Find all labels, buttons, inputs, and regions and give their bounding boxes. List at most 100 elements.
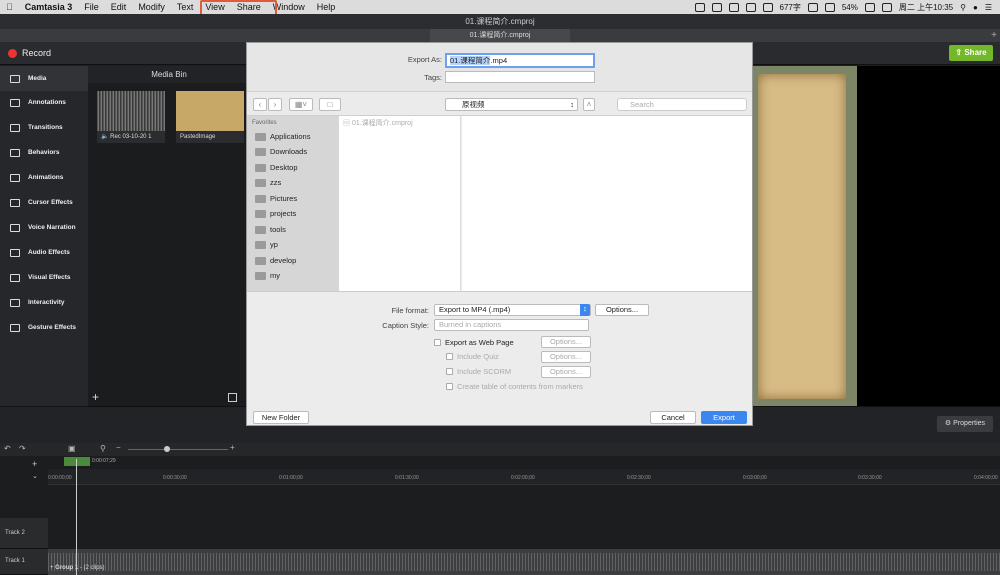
new-folder-button[interactable]: New Folder: [253, 411, 309, 424]
media-clip[interactable]: PastedImage: [176, 91, 244, 143]
scorm-options-button[interactable]: Options...: [541, 366, 591, 378]
zoom-slider-thumb[interactable]: [164, 446, 170, 452]
record-icon: [8, 48, 17, 58]
menu-modify[interactable]: Modify: [132, 2, 171, 12]
favorite-item[interactable]: zzs: [255, 178, 281, 187]
view-mode-button[interactable]: ▦˅: [289, 98, 313, 111]
search-input[interactable]: Search: [617, 98, 747, 111]
cancel-button[interactable]: Cancel: [650, 411, 696, 424]
track-header[interactable]: Track 1: [0, 549, 48, 575]
menu-text[interactable]: Text: [171, 2, 200, 12]
wifi-icon[interactable]: [807, 2, 818, 12]
annotations-icon: [10, 98, 20, 107]
new-tab-icon[interactable]: +: [988, 29, 1000, 42]
spotlight-icon[interactable]: ⚲: [960, 3, 966, 12]
wechat-icon[interactable]: [728, 2, 739, 12]
include-scorm-checkbox[interactable]: Include SCORM: [446, 367, 511, 376]
share-label: Share: [964, 48, 987, 57]
share-button[interactable]: ⇧ Share: [949, 45, 993, 61]
favorite-item[interactable]: Applications: [255, 132, 310, 141]
paste-icon[interactable]: ▣: [68, 444, 76, 453]
forward-button[interactable]: ›: [268, 98, 282, 111]
clock[interactable]: 周二 上午10:35: [899, 2, 953, 13]
tab-project[interactable]: 01.课程简介.cmproj: [430, 29, 570, 42]
zoom-slider[interactable]: [128, 449, 228, 450]
sidebar-item-transitions[interactable]: Transitions: [0, 115, 88, 140]
battery-level[interactable]: 54%: [842, 3, 858, 12]
playhead-line[interactable]: [76, 459, 77, 575]
word-count[interactable]: 677字: [780, 2, 801, 13]
ruler-tick: 0:01:30;00: [395, 475, 419, 481]
favorite-item[interactable]: my: [255, 271, 280, 280]
favorite-item[interactable]: Pictures: [255, 194, 297, 203]
web-page-checkbox[interactable]: Export as Web Page: [434, 338, 514, 347]
clip-name: 🔈 Rec 03-10-20 1: [97, 131, 165, 143]
playhead-handle[interactable]: [64, 457, 90, 466]
sidebar-item-media[interactable]: Media: [0, 66, 88, 91]
undo-icon[interactable]: ↶: [4, 444, 11, 453]
media-clip[interactable]: 🔈 Rec 03-10-20 1: [97, 91, 165, 143]
expand-button[interactable]: ˄: [583, 98, 595, 111]
sidebar-item-behaviors[interactable]: Behaviors: [0, 140, 88, 165]
file-format-dropdown[interactable]: Export to MP4 (.mp4) ↕: [434, 304, 591, 316]
properties-button[interactable]: ⚙ Properties: [937, 416, 993, 432]
menu-app[interactable]: Camtasia 3: [19, 2, 79, 12]
add-media-icon[interactable]: +: [92, 391, 99, 403]
menu-edit[interactable]: Edit: [105, 2, 133, 12]
add-track-icon[interactable]: +: [32, 459, 37, 469]
canvas-paper-image[interactable]: [758, 74, 846, 399]
favorite-item[interactable]: tools: [255, 225, 286, 234]
favorite-item[interactable]: Downloads: [255, 147, 307, 156]
tags-field[interactable]: [445, 71, 595, 83]
toc-checkbox[interactable]: Create table of contents from markers: [446, 382, 583, 391]
file-item[interactable]: ▤ 01.课程简介.cmproj: [343, 118, 413, 128]
notification-icon[interactable]: ☰: [985, 3, 992, 12]
zoom-out-icon[interactable]: −: [116, 443, 121, 452]
input-method-icon[interactable]: [881, 2, 892, 12]
audio-waveform: [48, 553, 1000, 571]
sidebar-item-interactivity[interactable]: Interactivity: [0, 290, 88, 315]
caption-style-dropdown[interactable]: Burned in captions: [434, 319, 589, 331]
quiz-options-button[interactable]: Options...: [541, 351, 591, 363]
export-as-field[interactable]: 01.课程简介.mp4: [445, 53, 595, 68]
sidebar-item-cursor-effects[interactable]: Cursor Effects: [0, 190, 88, 215]
volume-icon[interactable]: [824, 2, 835, 12]
export-button[interactable]: Export: [701, 411, 747, 424]
sidebar-item-animations[interactable]: Animations: [0, 165, 88, 190]
favorite-label: Pictures: [270, 194, 298, 203]
include-quiz-checkbox[interactable]: Include Quiz: [446, 352, 499, 361]
zoom-search-icon[interactable]: ⚲: [100, 444, 106, 453]
grid-view-icon[interactable]: [228, 393, 237, 402]
zoom-in-icon[interactable]: +: [230, 443, 235, 452]
back-button[interactable]: ‹: [253, 98, 267, 111]
web-options-button[interactable]: Options...: [541, 336, 591, 348]
track-header[interactable]: Track 2: [0, 518, 48, 549]
sidebar-label: Cursor Effects: [28, 199, 73, 206]
location-dropdown[interactable]: 原视频 ↕: [445, 98, 578, 111]
sidebar-label: Media: [28, 75, 47, 82]
sidebar-item-gesture-effects[interactable]: Gesture Effects: [0, 315, 88, 340]
group-label[interactable]: + Group 1 - (2 clips): [50, 565, 105, 571]
favorite-item[interactable]: yp: [255, 240, 278, 249]
sidebar-item-audio-effects[interactable]: Audio Effects: [0, 240, 88, 265]
collapse-icon[interactable]: ⌄: [32, 472, 38, 480]
sidebar-item-visual-effects[interactable]: Visual Effects: [0, 265, 88, 290]
sidebar-item-voice-narration[interactable]: Voice Narration: [0, 215, 88, 240]
favorite-item[interactable]: develop: [255, 256, 296, 265]
new-folder-icon[interactable]: □: [319, 98, 341, 111]
favorite-item[interactable]: projects: [255, 209, 296, 218]
favorite-item[interactable]: Desktop: [255, 163, 298, 172]
record-button[interactable]: Record: [8, 48, 51, 58]
apple-icon[interactable]: : [0, 2, 19, 12]
menu-help[interactable]: Help: [311, 2, 342, 12]
screen-icon[interactable]: [694, 2, 705, 12]
info-icon[interactable]: [762, 2, 773, 12]
sidebar-item-annotations[interactable]: Annotations: [0, 90, 88, 115]
chat-icon[interactable]: [711, 2, 722, 12]
menu-file[interactable]: File: [78, 2, 105, 12]
hand-icon: [10, 323, 20, 332]
format-options-button[interactable]: Options...: [595, 304, 649, 316]
siri-icon[interactable]: ●: [973, 3, 978, 12]
redo-icon[interactable]: ↷: [19, 444, 26, 453]
send-icon[interactable]: [745, 2, 756, 12]
